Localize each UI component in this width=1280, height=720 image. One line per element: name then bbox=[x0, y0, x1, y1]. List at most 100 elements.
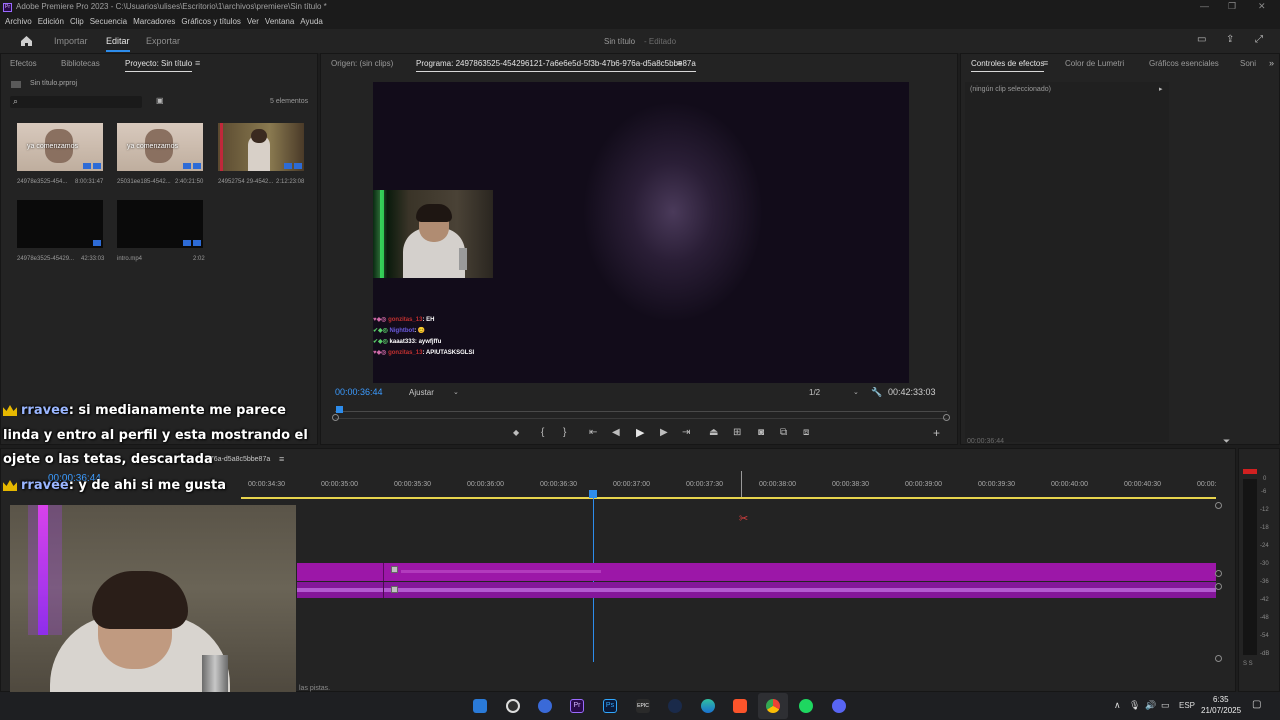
notification-icon[interactable]: ▢ bbox=[1252, 699, 1261, 710]
program-timecode[interactable]: 00:00:36:44 bbox=[335, 387, 383, 397]
compare-icon[interactable]: ⧉ bbox=[780, 427, 787, 438]
triangle-right-icon[interactable]: ▸ bbox=[1159, 85, 1163, 93]
clip-edit-point[interactable] bbox=[383, 582, 384, 598]
tab-proyecto[interactable]: Proyecto: Sin título bbox=[125, 59, 193, 72]
clip-thumbnail[interactable] bbox=[218, 123, 304, 171]
zoom-handle-right[interactable] bbox=[943, 414, 950, 421]
menu-archivo[interactable]: Archivo bbox=[5, 15, 32, 29]
network-icon[interactable]: ▭ bbox=[1161, 700, 1170, 711]
new-bin-icon[interactable]: ▣ bbox=[156, 96, 164, 105]
tab-efectos[interactable]: Efectos bbox=[10, 59, 37, 68]
marker-icon[interactable]: ◆ bbox=[513, 428, 519, 437]
panel-menu-icon[interactable]: ≡ bbox=[195, 58, 200, 68]
scroll-handle[interactable] bbox=[1215, 583, 1222, 590]
extract-icon[interactable]: ⊞ bbox=[733, 427, 741, 438]
tab-controles-efectos[interactable]: Controles de efectos bbox=[971, 59, 1045, 72]
panel-menu-icon[interactable]: ≡ bbox=[1043, 58, 1048, 68]
clock-date[interactable]: 21/07/2025 bbox=[1201, 706, 1241, 715]
step-back-icon[interactable]: ◀ bbox=[612, 427, 620, 438]
panel-menu-icon[interactable]: ≡ bbox=[279, 454, 284, 464]
brave-icon[interactable] bbox=[733, 699, 747, 713]
scroll-handle[interactable] bbox=[1215, 502, 1222, 509]
restore-icon[interactable]: ❐ bbox=[1228, 1, 1236, 12]
filter-icon[interactable]: ⏷ bbox=[1223, 436, 1230, 447]
tab-programa[interactable]: Programa: 2497863525-454296121-7a6e6e5d-… bbox=[416, 59, 696, 72]
scroll-handle[interactable] bbox=[1215, 570, 1222, 577]
go-to-out-icon[interactable]: ⇥ bbox=[682, 427, 690, 438]
menu-ver[interactable]: Ver bbox=[247, 15, 259, 29]
menu-ayuda[interactable]: Ayuda bbox=[300, 15, 323, 29]
work-area-bar[interactable] bbox=[241, 497, 1216, 499]
menu-graficos[interactable]: Gráficos y títulos bbox=[181, 15, 241, 29]
video-clip[interactable] bbox=[297, 563, 1216, 581]
clock-time[interactable]: 6:35 bbox=[1213, 695, 1229, 704]
menu-marcadores[interactable]: Marcadores bbox=[133, 15, 175, 29]
fit-dropdown[interactable]: Ajustar bbox=[409, 388, 434, 397]
photoshop-icon[interactable]: Ps bbox=[603, 699, 617, 713]
discord-icon[interactable] bbox=[832, 699, 846, 713]
mark-out-icon[interactable]: } bbox=[563, 427, 566, 438]
edge-icon[interactable] bbox=[701, 699, 715, 713]
obs-icon[interactable] bbox=[506, 699, 520, 713]
play-icon[interactable]: ▶ bbox=[636, 426, 644, 439]
mini-ruler[interactable] bbox=[335, 406, 947, 414]
language-indicator[interactable]: ESP bbox=[1179, 701, 1195, 710]
ccleaner-icon[interactable] bbox=[538, 699, 552, 713]
tab-graficos-esenciales[interactable]: Gráficos esenciales bbox=[1149, 59, 1219, 68]
chevron-down-icon[interactable]: ⌄ bbox=[853, 388, 859, 396]
tab-origen[interactable]: Origen: (sin clips) bbox=[331, 59, 393, 68]
menu-ventana[interactable]: Ventana bbox=[265, 15, 294, 29]
files-icon[interactable] bbox=[473, 699, 487, 713]
solo-buttons[interactable]: S S bbox=[1243, 661, 1253, 667]
home-icon[interactable] bbox=[20, 35, 33, 47]
tab-exportar[interactable]: Exportar bbox=[146, 36, 180, 46]
tab-sonido[interactable]: Soni bbox=[1240, 59, 1256, 68]
epic-icon[interactable]: EPIC bbox=[636, 699, 650, 713]
fullscreen-icon[interactable]: ⤢ bbox=[1255, 34, 1263, 45]
menu-edicion[interactable]: Edición bbox=[38, 15, 64, 29]
audio-clip[interactable] bbox=[297, 582, 1216, 598]
effect-controls-panel: Controles de efectos ≡ Color de Lumetri … bbox=[960, 53, 1280, 447]
add-button-icon[interactable]: + bbox=[933, 426, 940, 440]
clip-thumbnail[interactable]: ya comenzamos bbox=[17, 123, 103, 171]
clip-thumbnail[interactable]: ya comenzamos bbox=[117, 123, 203, 171]
tab-importar[interactable]: Importar bbox=[54, 36, 88, 46]
audio-badge-icon bbox=[193, 240, 201, 246]
sequence-tab[interactable]: 976a-d5a8c5bbe87a bbox=[206, 456, 270, 463]
search-input[interactable] bbox=[10, 96, 142, 108]
spotify-icon[interactable] bbox=[799, 699, 813, 713]
volume-icon[interactable]: 🔊 bbox=[1145, 700, 1156, 711]
share-icon[interactable]: ⇪ bbox=[1226, 34, 1234, 45]
microphone-icon[interactable]: 🎙 bbox=[1129, 700, 1140, 711]
clip-thumbnail[interactable] bbox=[117, 200, 203, 248]
wrench-icon[interactable]: 🔧 bbox=[871, 387, 882, 398]
clip-thumbnail[interactable] bbox=[17, 200, 103, 248]
tab-bibliotecas[interactable]: Bibliotecas bbox=[61, 59, 100, 68]
menu-secuencia[interactable]: Secuencia bbox=[90, 15, 127, 29]
mark-in-icon[interactable]: { bbox=[541, 427, 544, 438]
close-icon[interactable]: ✕ bbox=[1258, 1, 1266, 12]
steam-icon[interactable] bbox=[668, 699, 682, 713]
lift-icon[interactable]: ⏏ bbox=[709, 427, 718, 438]
chevron-down-icon[interactable]: ⌄ bbox=[453, 388, 459, 396]
resolution-dropdown[interactable]: 1/2 bbox=[809, 388, 820, 397]
zoom-bar[interactable] bbox=[335, 418, 947, 419]
tab-editar[interactable]: Editar bbox=[106, 36, 130, 52]
tray-chevron-icon[interactable]: ∧ bbox=[1114, 700, 1121, 711]
multicam-icon[interactable]: ⧈ bbox=[803, 427, 809, 438]
camera-icon[interactable]: ◙ bbox=[758, 427, 764, 438]
menu-clip[interactable]: Clip bbox=[70, 15, 84, 29]
premiere-icon[interactable]: Pr bbox=[570, 699, 584, 713]
go-to-in-icon[interactable]: ⇤ bbox=[589, 427, 597, 438]
zoom-handle-left[interactable] bbox=[332, 414, 339, 421]
scroll-handle[interactable] bbox=[1215, 655, 1222, 662]
step-forward-icon[interactable]: ▶ bbox=[660, 427, 668, 438]
panel-menu-icon[interactable]: ≡ bbox=[677, 58, 682, 68]
clip-edit-point[interactable] bbox=[383, 563, 384, 581]
minimize-icon[interactable]: — bbox=[1200, 1, 1209, 11]
playhead-marker[interactable] bbox=[336, 406, 343, 413]
chrome-icon[interactable] bbox=[766, 699, 780, 713]
tab-lumetri[interactable]: Color de Lumetri bbox=[1065, 59, 1124, 68]
chevron-right-icon[interactable]: » bbox=[1269, 58, 1274, 68]
panel-layout-icon[interactable]: ▭ bbox=[1197, 34, 1206, 45]
